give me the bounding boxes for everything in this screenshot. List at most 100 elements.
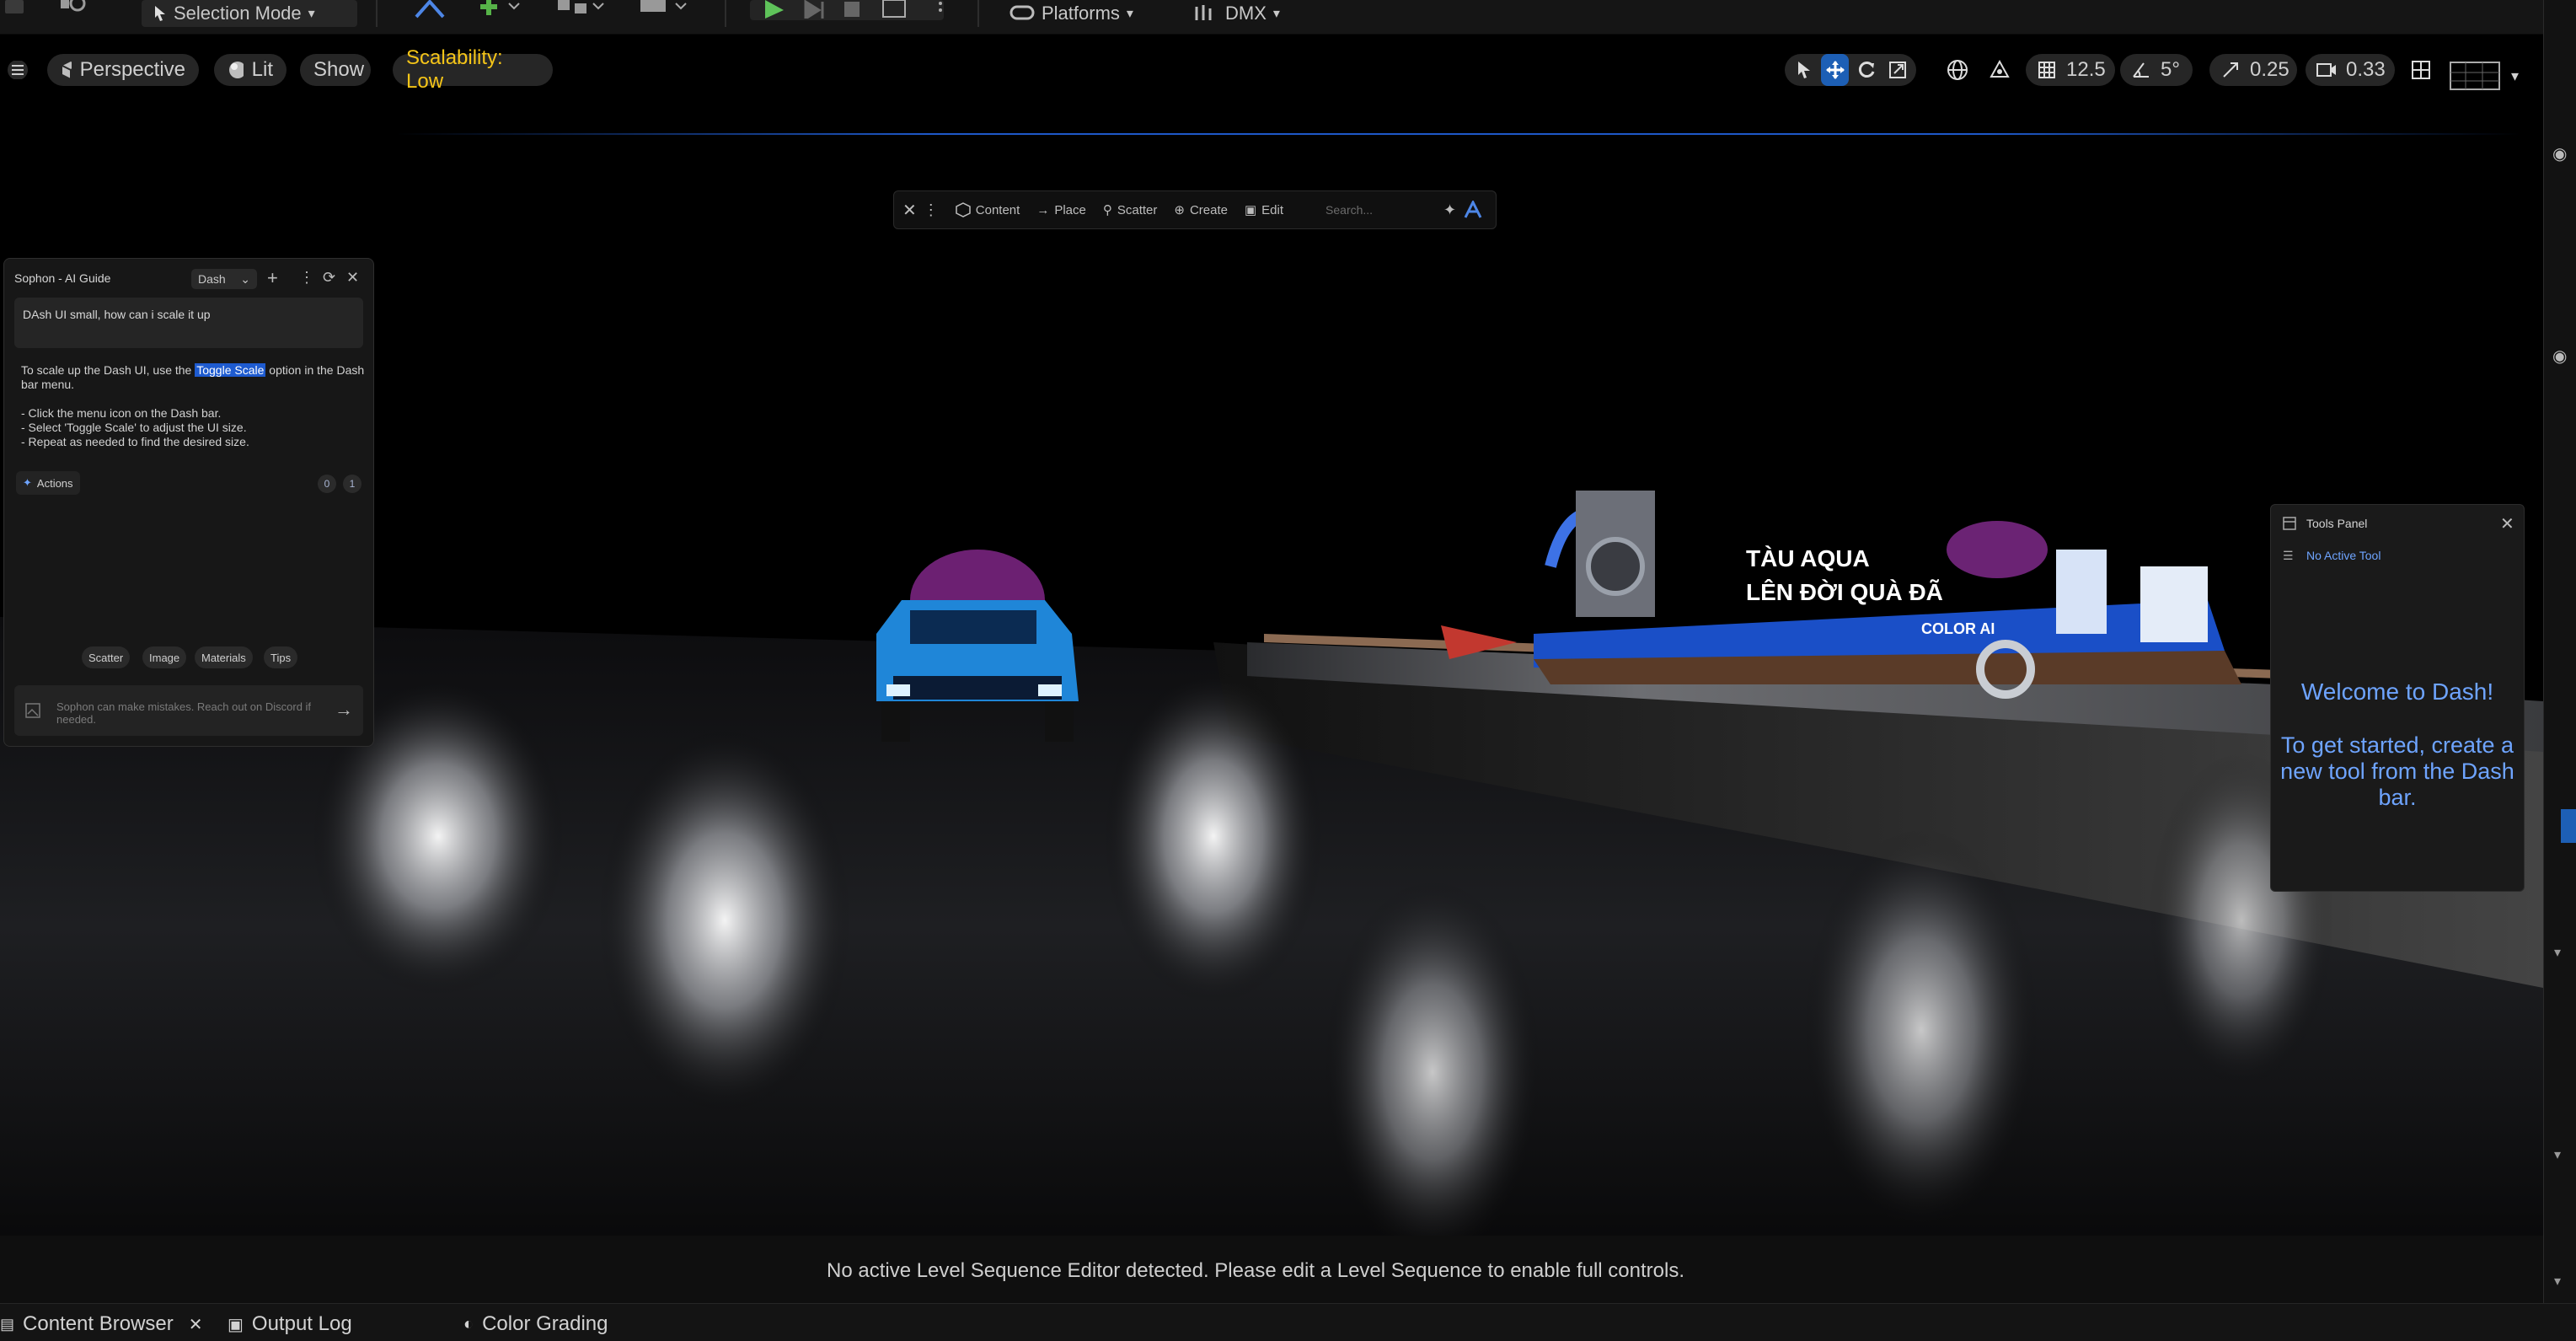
- new-chat-icon[interactable]: +: [267, 267, 278, 289]
- blueprint-icon[interactable]: [556, 0, 607, 19]
- camera-icon: [2311, 54, 2343, 86]
- move-tool-icon[interactable]: [1821, 54, 1849, 86]
- chevron-down-icon[interactable]: ▾: [2554, 1146, 2561, 1163]
- chevron-down-icon: ▾: [1272, 7, 1280, 21]
- close-icon[interactable]: ✕: [2500, 513, 2514, 534]
- send-arrow-icon[interactable]: →: [335, 699, 353, 721]
- image-attach-icon[interactable]: [24, 702, 41, 719]
- content-drawer-icon[interactable]: [59, 0, 88, 15]
- viewport-accent-line: [396, 133, 2520, 135]
- dash-place-label: Place: [1054, 202, 1086, 217]
- sparkle-icon: ✦: [23, 476, 32, 489]
- bottom-tab-bar: ▤ Content Browser ✕ ▣ Output Log ◐ Color…: [0, 1303, 2576, 1341]
- close-icon[interactable]: ✕: [346, 269, 359, 287]
- world-space-icon[interactable]: [1941, 54, 1974, 86]
- sophon-panel: Sophon - AI Guide Dash ⌄ + ⋮ ⟳ ✕ DAsh UI…: [3, 258, 374, 747]
- dash-create-button[interactable]: ⊕ Create: [1174, 202, 1228, 218]
- sophon-mode-select[interactable]: Dash ⌄: [191, 269, 257, 289]
- sophon-chat-input[interactable]: Sophon can make mistakes. Reach out on D…: [14, 685, 363, 736]
- toolbar-divider: [977, 0, 979, 27]
- chevron-down-icon[interactable]: ▾: [2554, 944, 2561, 961]
- chip-tips[interactable]: Tips: [264, 646, 298, 668]
- tab-color-grading-label: Color Grading: [482, 1312, 608, 1335]
- gamepad-icon: [1010, 5, 1035, 20]
- tab-content-browser[interactable]: ▤ Content Browser ✕: [0, 1312, 203, 1336]
- hamburger-menu-icon[interactable]: [7, 61, 29, 79]
- eye-icon[interactable]: ◉: [2552, 346, 2567, 367]
- dash-edit-button[interactable]: ▣ Edit: [1245, 202, 1283, 218]
- dmx-icon: [1195, 5, 1212, 20]
- add-actor-icon[interactable]: [475, 0, 526, 19]
- scale-snap-value: 0.25: [2250, 58, 2289, 81]
- answer-text-pre: To scale up the Dash UI, use the: [21, 363, 195, 377]
- show-button[interactable]: Show: [300, 54, 371, 86]
- level-viewport[interactable]: TÀU AQUA LÊN ĐỜI QUÀ ĐÃ COLOR AI: [0, 94, 2543, 1236]
- platforms-label: Platforms: [1042, 3, 1120, 24]
- chip-image[interactable]: Image: [142, 646, 187, 668]
- brand-text: COLOR AI: [1921, 620, 1995, 637]
- chip-scatter[interactable]: Scatter: [82, 646, 131, 668]
- ai-logo-icon[interactable]: [1463, 201, 1483, 219]
- actions-label: Actions: [36, 476, 73, 490]
- viewport-layout-icon[interactable]: [2449, 61, 2503, 91]
- menu-dots-icon[interactable]: ⋮: [299, 269, 314, 287]
- tab-output-log[interactable]: ▣ Output Log: [228, 1312, 352, 1336]
- grid-snap-control[interactable]: 12.5: [2026, 54, 2115, 86]
- answer-step: - Click the menu icon on the Dash bar.: [21, 406, 222, 420]
- perspective-button[interactable]: Perspective: [47, 54, 199, 86]
- chip-materials[interactable]: Materials: [195, 646, 253, 668]
- chat-input-placeholder: Sophon can make mistakes. Reach out on D…: [56, 700, 312, 726]
- surface-snap-icon[interactable]: [1984, 54, 2016, 86]
- dmx-label: DMX: [1225, 3, 1267, 24]
- dash-scatter-button[interactable]: ⚲ Scatter: [1103, 202, 1158, 218]
- actions-button[interactable]: ✦ Actions: [16, 471, 80, 495]
- refresh-icon[interactable]: ⟳: [323, 269, 335, 287]
- eye-icon[interactable]: ◉: [2552, 143, 2567, 164]
- dash-search-input[interactable]: Search...: [1325, 203, 1427, 217]
- tools-panel-title: Tools Panel: [2306, 517, 2368, 530]
- camera-speed-control[interactable]: 0.33: [2306, 54, 2395, 86]
- show-label: Show: [313, 58, 365, 81]
- tab-color-grading[interactable]: ◐ Color Grading: [463, 1312, 608, 1336]
- viewport-toolbar: Perspective Lit Show Scalability: Low 12…: [0, 46, 2545, 93]
- lit-button[interactable]: Lit: [214, 54, 287, 86]
- select-tool-icon[interactable]: [1790, 54, 1818, 86]
- billboard-line2: LÊN ĐỜI QUÀ ĐÃ: [1746, 579, 1943, 605]
- rotation-snap-control[interactable]: 5°: [2120, 54, 2193, 86]
- arrow-right-icon: →: [1036, 202, 1050, 217]
- sophon-header: Sophon - AI Guide: [4, 259, 373, 298]
- dash-bar: ✕ ⋮ Content → Place ⚲ Scatter ⊕ Create ▣…: [893, 190, 1497, 229]
- tools-panel: Tools Panel ✕ ☰ No Active Tool Welcome t…: [2270, 504, 2525, 892]
- angle-icon: [2125, 54, 2157, 86]
- chevron-down-icon[interactable]: ▾: [2554, 1273, 2561, 1290]
- dash-content-button[interactable]: Content: [956, 202, 1020, 217]
- close-icon[interactable]: ✕: [902, 200, 917, 221]
- user-message: DAsh UI small, how can i scale it up: [14, 298, 363, 348]
- cinematics-icon[interactable]: [639, 0, 689, 19]
- transform-tools: [1785, 54, 1916, 86]
- cube-icon: [62, 62, 72, 78]
- close-icon[interactable]: ✕: [189, 1314, 203, 1335]
- save-icon[interactable]: [5, 0, 24, 13]
- selection-mode-button[interactable]: Selection Mode ▾: [142, 0, 357, 27]
- count-badge[interactable]: 0: [318, 475, 336, 493]
- toolbar-divider: [376, 0, 378, 27]
- rotate-tool-icon[interactable]: [1852, 54, 1880, 86]
- modeling-icon[interactable]: [413, 0, 447, 19]
- menu-dots-icon[interactable]: ⋮: [924, 201, 939, 219]
- chevron-down-icon[interactable]: ▾: [2511, 67, 2519, 85]
- dash-place-button[interactable]: → Place: [1036, 203, 1086, 217]
- dmx-button[interactable]: DMX ▾: [1181, 0, 1292, 27]
- chevron-down-icon: ⌄: [240, 271, 250, 286]
- platforms-button[interactable]: Platforms ▾: [998, 0, 1145, 27]
- scalability-button[interactable]: Scalability: Low: [393, 46, 553, 93]
- list-icon: ☰: [2283, 549, 2294, 562]
- lit-sphere-icon: [229, 62, 244, 78]
- scale-snap-control[interactable]: 0.25: [2209, 54, 2297, 86]
- sparkle-icon[interactable]: ✦: [1443, 201, 1456, 219]
- scale-tool-icon[interactable]: [1883, 54, 1911, 86]
- color-grading-icon: ◐: [463, 1314, 474, 1333]
- toolbar-divider: [725, 0, 726, 27]
- layout-icon[interactable]: [2405, 54, 2437, 86]
- count-badge[interactable]: 1: [343, 475, 361, 493]
